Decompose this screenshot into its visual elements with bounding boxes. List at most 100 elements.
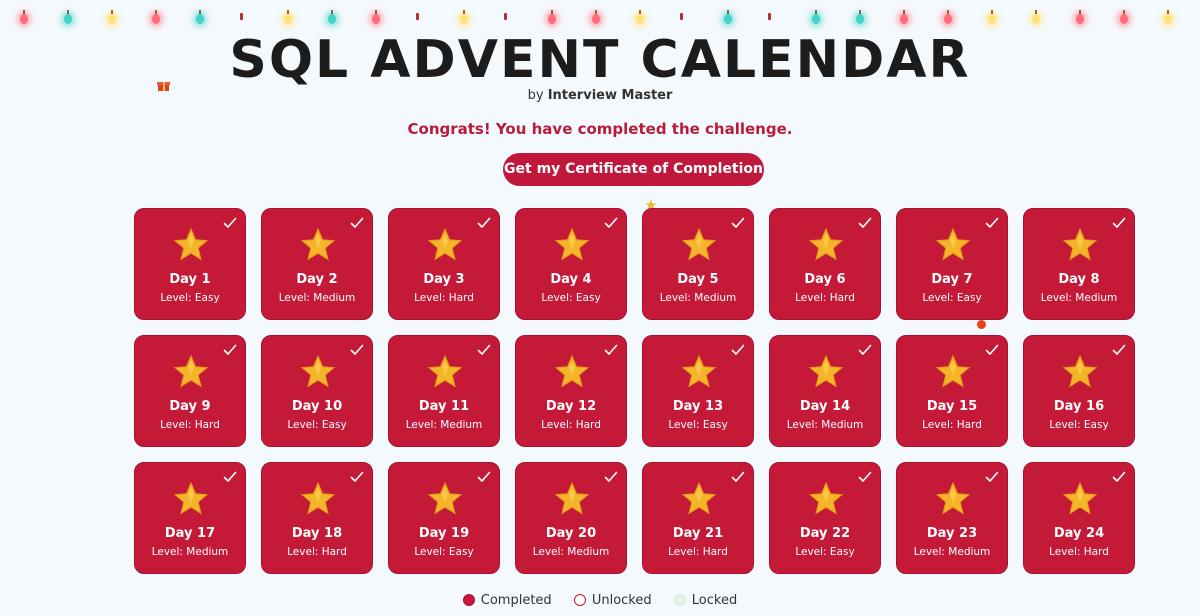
day-tile-16[interactable]: Day 16 Level: Easy — [1023, 335, 1135, 447]
day-level: Level: Hard — [287, 546, 347, 558]
checkmark-icon — [731, 341, 745, 355]
checkmark-icon — [477, 468, 491, 482]
day-tile-22[interactable]: Day 22 Level: Easy — [769, 462, 881, 574]
legend-swatch-unlocked — [573, 594, 586, 606]
day-tile-12[interactable]: Day 12 Level: Hard — [515, 335, 627, 447]
string-lights-decoration — [0, 0, 1200, 34]
day-label: Day 8 — [1058, 272, 1100, 287]
day-label: Day 9 — [169, 399, 211, 414]
calendar-grid: Day 1 Level: Easy Day 2 Level: Medium Day 3 L… — [134, 208, 1135, 574]
light-bulb — [900, 10, 908, 24]
day-level: Level: Hard — [160, 419, 220, 431]
checkmark-icon — [985, 214, 999, 228]
star-icon — [935, 227, 971, 263]
day-tile-11[interactable]: Day 11 Level: Medium — [388, 335, 500, 447]
day-level: Level: Medium — [151, 546, 229, 558]
star-icon — [1062, 481, 1098, 517]
day-level: Level: Medium — [405, 419, 483, 431]
legend: Completed Unlocked Locked — [0, 593, 1200, 608]
day-tile-5[interactable]: Day 5 Level: Medium — [642, 208, 754, 320]
checkmark-icon — [1112, 468, 1126, 482]
legend-label: Unlocked — [591, 593, 652, 608]
day-label: Day 17 — [164, 526, 216, 541]
light-bulb — [1076, 10, 1084, 24]
checkmark-icon — [604, 214, 618, 228]
light-bulb — [504, 13, 507, 20]
star-icon — [554, 481, 590, 517]
checkmark-icon — [858, 214, 872, 228]
day-tile-15[interactable]: Day 15 Level: Hard — [896, 335, 1008, 447]
light-bulb — [812, 10, 820, 24]
day-tile-10[interactable]: Day 10 Level: Easy — [261, 335, 373, 447]
light-bulb — [328, 10, 336, 24]
day-tile-3[interactable]: Day 3 Level: Hard — [388, 208, 500, 320]
day-level: Level: Easy — [287, 419, 347, 431]
day-tile-17[interactable]: Day 17 Level: Medium — [134, 462, 246, 574]
light-bulb — [152, 10, 160, 24]
day-tile-19[interactable]: Day 19 Level: Easy — [388, 462, 500, 574]
star-icon — [427, 227, 463, 263]
day-tile-6[interactable]: Day 6 Level: Hard — [769, 208, 881, 320]
day-label: Day 20 — [545, 526, 597, 541]
day-tile-2[interactable]: Day 2 Level: Medium — [261, 208, 373, 320]
checkmark-icon — [1112, 341, 1126, 355]
day-tile-24[interactable]: Day 24 Level: Hard — [1023, 462, 1135, 574]
day-tile-18[interactable]: Day 18 Level: Hard — [261, 462, 373, 574]
day-tile-4[interactable]: Day 4 Level: Easy — [515, 208, 627, 320]
checkmark-icon — [858, 341, 872, 355]
day-tile-9[interactable]: Day 9 Level: Hard — [134, 335, 246, 447]
checkmark-icon — [985, 468, 999, 482]
legend-label: Locked — [691, 593, 738, 608]
star-icon — [935, 481, 971, 517]
light-bulb — [944, 10, 952, 24]
completion-message: Congrats! You have completed the challen… — [407, 120, 793, 138]
light-bulb — [460, 10, 468, 24]
day-level: Level: Medium — [659, 292, 737, 304]
day-level: Level: Hard — [541, 419, 601, 431]
star-icon — [681, 481, 717, 517]
day-level: Level: Easy — [795, 546, 855, 558]
checkmark-icon — [350, 341, 364, 355]
checkmark-icon — [223, 468, 237, 482]
day-level: Level: Medium — [786, 419, 864, 431]
light-bulb — [240, 13, 243, 20]
day-tile-21[interactable]: Day 21 Level: Hard — [642, 462, 754, 574]
star-icon — [808, 354, 844, 390]
byline-author: Interview Master — [547, 88, 673, 103]
day-label: Day 21 — [672, 526, 724, 541]
day-tile-8[interactable]: Day 8 Level: Medium — [1023, 208, 1135, 320]
star-icon — [173, 481, 209, 517]
day-level: Level: Hard — [795, 292, 855, 304]
day-tile-23[interactable]: Day 23 Level: Medium — [896, 462, 1008, 574]
day-tile-14[interactable]: Day 14 Level: Medium — [769, 335, 881, 447]
light-bulb — [1120, 10, 1128, 24]
day-tile-20[interactable]: Day 20 Level: Medium — [515, 462, 627, 574]
light-bulb — [768, 13, 771, 20]
day-level: Level: Medium — [913, 546, 991, 558]
checkmark-icon — [223, 341, 237, 355]
checkmark-icon — [985, 341, 999, 355]
day-tile-7[interactable]: Day 7 Level: Easy — [896, 208, 1008, 320]
day-level: Level: Easy — [668, 419, 728, 431]
certificate-button[interactable]: Get my Certificate of Completion — [503, 153, 764, 186]
star-icon — [681, 354, 717, 390]
star-icon — [427, 354, 463, 390]
day-label: Day 13 — [672, 399, 724, 414]
day-tile-13[interactable]: Day 13 Level: Easy — [642, 335, 754, 447]
light-bulb — [680, 13, 683, 20]
day-label: Day 4 — [550, 272, 592, 287]
star-icon — [808, 481, 844, 517]
star-icon — [300, 227, 336, 263]
day-level: Level: Medium — [278, 292, 356, 304]
light-bulb — [636, 10, 644, 24]
light-bulb — [548, 10, 556, 24]
day-label: Day 6 — [804, 272, 846, 287]
checkmark-icon — [858, 468, 872, 482]
day-level: Level: Medium — [532, 546, 610, 558]
day-tile-1[interactable]: Day 1 Level: Easy — [134, 208, 246, 320]
light-bulb — [1032, 10, 1040, 24]
ornament-decoration — [977, 320, 986, 329]
day-label: Day 24 — [1053, 526, 1105, 541]
checkmark-icon — [1112, 214, 1126, 228]
day-level: Level: Hard — [922, 419, 982, 431]
